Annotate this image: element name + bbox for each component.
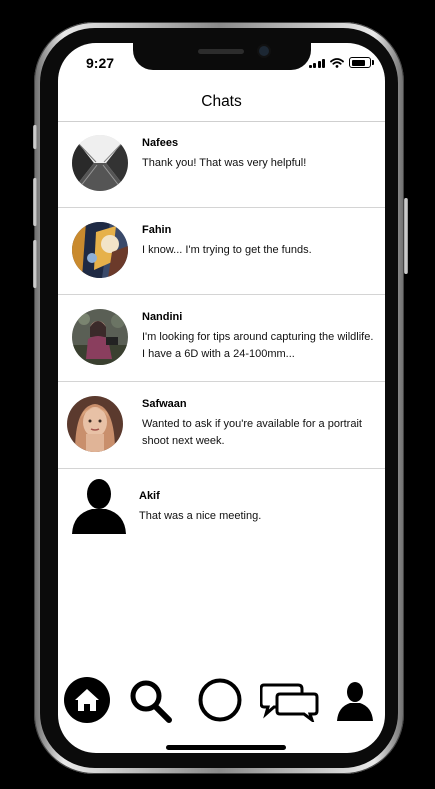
avatar	[72, 309, 128, 365]
avatar	[72, 222, 128, 278]
power-button	[404, 198, 408, 274]
tab-profile[interactable]	[335, 681, 375, 726]
row-divider	[58, 468, 385, 469]
volume-up-button	[33, 178, 37, 226]
contact-name: Nafees	[142, 137, 179, 149]
circle-icon	[198, 678, 242, 722]
row-divider	[58, 294, 385, 295]
tab-home[interactable]	[63, 676, 111, 729]
tab-create[interactable]	[197, 677, 243, 728]
mute-switch	[33, 125, 37, 149]
chat-item-fahin[interactable]: Fahin I know... I'm trying to get the fu…	[58, 209, 385, 295]
message-preview: That was a nice meeting.	[139, 510, 262, 522]
message-preview: I'm looking for tips around capturing th…	[142, 331, 374, 360]
chat-item-safwaan[interactable]: Safwaan Wanted to ask if you're availabl…	[58, 383, 385, 469]
row-divider	[58, 207, 385, 208]
volume-down-button	[33, 240, 37, 288]
chat-bubbles-icon	[259, 683, 319, 725]
signal-icon	[308, 58, 325, 68]
wifi-icon	[330, 57, 344, 68]
tab-chats[interactable]	[259, 682, 320, 727]
home-icon	[64, 677, 110, 723]
tab-bar	[58, 671, 385, 731]
search-icon	[130, 680, 172, 723]
page-title: Chats	[201, 93, 242, 110]
message-preview: Wanted to ask if you're available for a …	[142, 418, 362, 447]
profile-icon	[337, 682, 373, 721]
message-preview: I know... I'm trying to get the funds.	[142, 244, 312, 256]
row-divider	[58, 381, 385, 382]
front-camera	[259, 46, 269, 56]
battery-icon	[349, 57, 374, 68]
home-indicator[interactable]	[166, 745, 286, 750]
contact-name: Safwaan	[142, 398, 187, 410]
chat-item-nafees[interactable]: Nafees Thank you! That was very helpful!	[58, 122, 385, 208]
earpiece-speaker	[198, 49, 244, 54]
status-time: 9:27	[86, 55, 115, 71]
contact-name: Akif	[139, 490, 160, 502]
chat-item-nandini[interactable]: Nandini I'm looking for tips around capt…	[58, 296, 385, 382]
tab-search[interactable]	[128, 678, 174, 729]
notch	[133, 43, 311, 70]
message-preview: Thank you! That was very helpful!	[142, 157, 307, 169]
avatar-placeholder-icon	[70, 478, 128, 534]
screen: 9:27 Chats Nafees Thank you! That was ve…	[58, 43, 385, 753]
contact-name: Nandini	[142, 311, 183, 323]
avatar	[67, 396, 123, 452]
contact-name: Fahin	[142, 224, 172, 236]
status-icons	[308, 57, 374, 68]
chat-item-akif[interactable]: Akif That was a nice meeting.	[58, 470, 385, 556]
avatar	[72, 135, 128, 191]
